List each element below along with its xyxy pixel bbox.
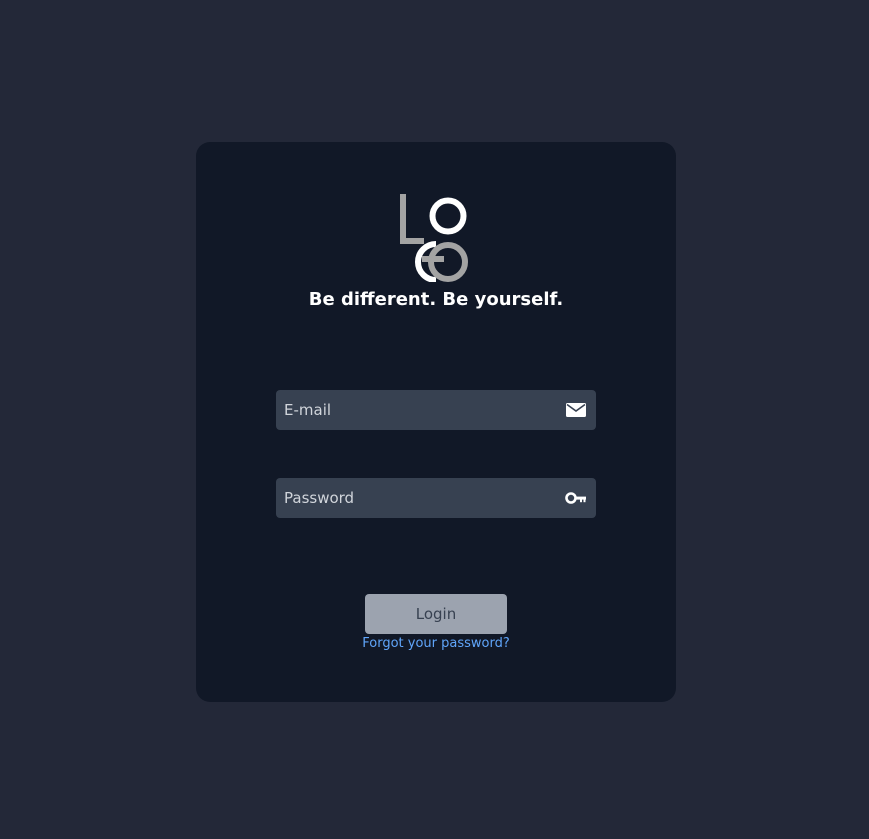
key-icon: [565, 492, 586, 504]
email-field-wrapper: [276, 390, 596, 430]
password-input[interactable]: [276, 478, 556, 518]
logo-icon: [400, 194, 468, 282]
email-input[interactable]: [276, 390, 556, 430]
login-card: Be different. Be yourself. Login Forgot …: [196, 142, 676, 702]
password-field-wrapper: [276, 478, 596, 518]
forgot-password-link[interactable]: Forgot your password?: [196, 636, 676, 651]
envelope-icon: [566, 403, 586, 417]
tagline: Be different. Be yourself.: [308, 289, 564, 310]
login-button[interactable]: Login: [365, 594, 507, 634]
